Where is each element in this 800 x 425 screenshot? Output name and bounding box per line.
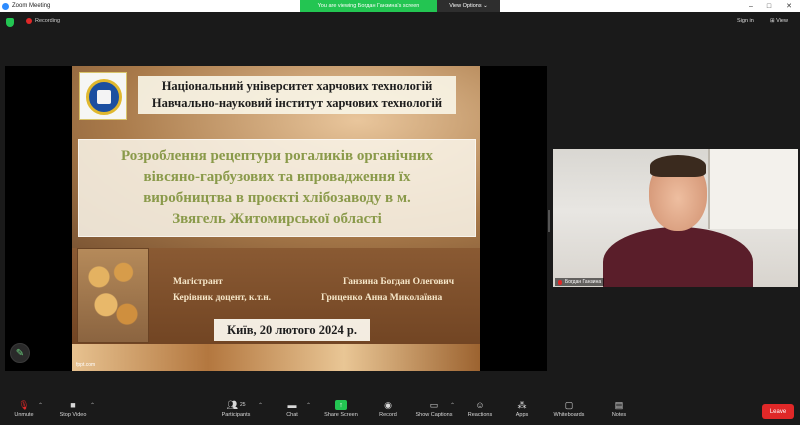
meeting-toolbar: 🎙︎ Unmute ⌃ ■ Stop Video ⌃ 👥︎ 25 Particip… — [0, 398, 800, 425]
topic-line-1: Розроблення рецептури рогаликів органічн… — [120, 148, 434, 164]
audio-options-chevron-icon[interactable]: ⌃ — [38, 402, 43, 409]
participants-chevron-icon[interactable]: ⌃ — [258, 402, 263, 409]
shared-screen: Національний університет харчових технол… — [5, 66, 547, 371]
stop-video-label: Stop Video — [59, 412, 87, 418]
share-screen-label: Share Screen — [324, 412, 358, 418]
topic-line-4: Звягель Житомирської області — [172, 211, 382, 227]
university-line-2: Навчально-науковий інститут харчових тех… — [151, 96, 443, 110]
recording-label: Recording — [35, 18, 61, 24]
whiteboard-icon: ▢ — [564, 399, 574, 410]
participant-video[interactable]: Богдан Ганзина — [553, 149, 798, 287]
notes-label: Notes — [611, 412, 627, 418]
chat-button[interactable]: ▬ Chat — [282, 398, 302, 425]
minimize-icon[interactable]: – — [744, 0, 758, 12]
maximize-icon[interactable]: □ — [762, 0, 776, 12]
university-logo — [79, 72, 127, 120]
stop-video-button[interactable]: ■ Stop Video — [56, 398, 90, 425]
video-options-chevron-icon[interactable]: ⌃ — [90, 402, 95, 409]
close-icon[interactable]: ✕ — [782, 0, 796, 12]
role-supervisor: Керівник доцент, к.т.н. — [173, 293, 272, 303]
show-captions-label: Show Captions — [415, 412, 453, 418]
role-student: Магістрант — [173, 277, 223, 287]
video-background-window — [708, 149, 798, 229]
sign-in-button[interactable]: Sign in — [737, 18, 754, 24]
leave-button[interactable]: Leave — [762, 404, 794, 419]
slide-footer-bread — [72, 344, 480, 371]
chat-icon: ▬ — [287, 400, 297, 410]
apps-label: Apps — [515, 412, 529, 418]
notes-icon: ▤ — [614, 399, 624, 410]
pastry-photo — [77, 248, 149, 343]
view-options-label: View Options — [449, 3, 482, 9]
logo-shield — [97, 90, 111, 104]
reactions-button[interactable]: ☺ Reactions — [465, 398, 495, 425]
reactions-icon: ☺ — [475, 400, 485, 410]
participants-label: Participants — [221, 412, 251, 418]
participants-button[interactable]: 👥︎ 25 Participants — [218, 398, 254, 425]
view-label: View — [776, 18, 788, 24]
screen-share-banner: You are viewing Богдан Ганзина's screen … — [300, 0, 500, 12]
slide-footnote: fppt.com — [76, 362, 96, 368]
participant-hair — [650, 155, 706, 177]
record-dot-icon — [26, 18, 32, 24]
presentation-date: Київ, 20 лютого 2024 р. — [214, 319, 370, 341]
panel-resize-handle[interactable] — [548, 210, 550, 232]
record-icon: ◉ — [384, 399, 392, 410]
unmute-button[interactable]: 🎙︎ Unmute — [10, 398, 38, 425]
unmute-label: Unmute — [14, 412, 34, 418]
participants-count: 25 — [239, 402, 246, 408]
share-screen-icon: ↑ — [335, 400, 347, 410]
apps-icon: ⁂ — [517, 399, 527, 410]
thesis-topic-box: Розроблення рецептури рогаликів органічн… — [78, 139, 476, 237]
record-label: Record — [379, 412, 397, 418]
share-screen-button[interactable]: ↑ Share Screen — [322, 398, 360, 425]
security-shield-icon[interactable] — [6, 18, 14, 27]
participant-body — [603, 227, 753, 287]
captions-icon: ▭ — [429, 399, 439, 410]
presentation-slide: Національний університет харчових технол… — [72, 66, 480, 371]
record-button[interactable]: ◉ Record — [376, 398, 400, 425]
view-button[interactable]: ⊞ View — [770, 18, 788, 24]
muted-mic-icon — [558, 279, 562, 285]
topic-line-2: вівсяно-гарбузових та впровадження їх — [143, 169, 411, 185]
apps-button[interactable]: ⁂ Apps — [512, 398, 532, 425]
notes-button[interactable]: ▤ Notes — [608, 398, 630, 425]
logo-emblem — [86, 79, 122, 115]
participants-icon: 👥︎ 25 — [226, 399, 246, 410]
participant-name: Богдан Ганзина — [565, 279, 602, 285]
window-title: Zoom Meeting — [12, 3, 51, 9]
university-line-1: Національний університет харчових технол… — [161, 79, 433, 93]
chat-label: Chat — [286, 412, 298, 418]
chat-chevron-icon[interactable]: ⌃ — [306, 402, 311, 409]
meeting-topbar: Recording Sign in ⊞ View — [0, 12, 800, 32]
viewing-label: You are viewing Богдан Ганзина's screen — [300, 0, 437, 12]
video-camera-icon: ■ — [70, 400, 76, 410]
mic-muted-icon: 🎙︎ — [18, 399, 30, 410]
topic-line-3: виробництва в проєкті хлібозаводу в м. — [143, 190, 411, 206]
whiteboards-label: Whiteboards — [553, 412, 585, 418]
zoom-app-icon — [2, 2, 9, 10]
reactions-label: Reactions — [467, 412, 493, 418]
recording-indicator[interactable]: Recording — [26, 18, 60, 24]
captions-chevron-icon[interactable]: ⌃ — [450, 402, 455, 409]
share-screen-icon-wrap: ↑ — [333, 398, 349, 412]
participant-name-tag: Богдан Ганзина — [555, 278, 605, 286]
name-student: Ганзина Богдан Олегович — [343, 277, 455, 287]
university-name-box: Національний університет харчових технол… — [138, 76, 456, 114]
whiteboards-button[interactable]: ▢ Whiteboards — [549, 398, 589, 425]
annotate-pencil-icon[interactable]: ✎ — [10, 343, 30, 363]
name-supervisor: Гриценко Анна Миколаївна — [321, 293, 443, 303]
view-options-button[interactable]: View Options ⌄ — [437, 0, 500, 12]
